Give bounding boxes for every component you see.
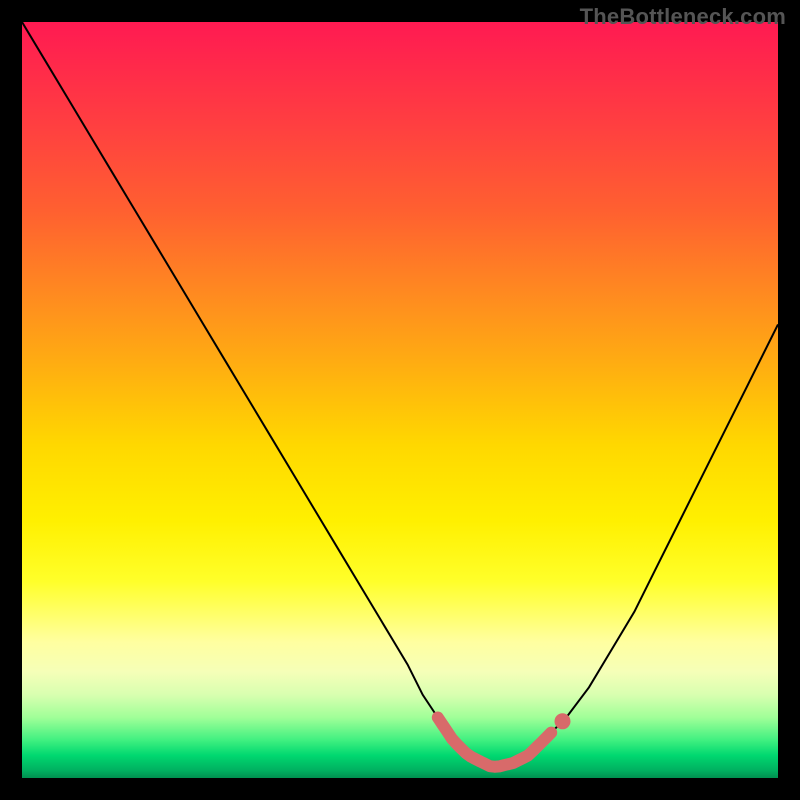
optimal-range-highlight [438, 718, 551, 767]
bottleneck-curve [22, 22, 778, 767]
curve-layer [22, 22, 778, 778]
watermark-text: TheBottleneck.com [580, 4, 786, 30]
chart-frame: TheBottleneck.com [0, 0, 800, 800]
plot-area [22, 22, 778, 778]
optimal-point-marker [555, 713, 571, 729]
